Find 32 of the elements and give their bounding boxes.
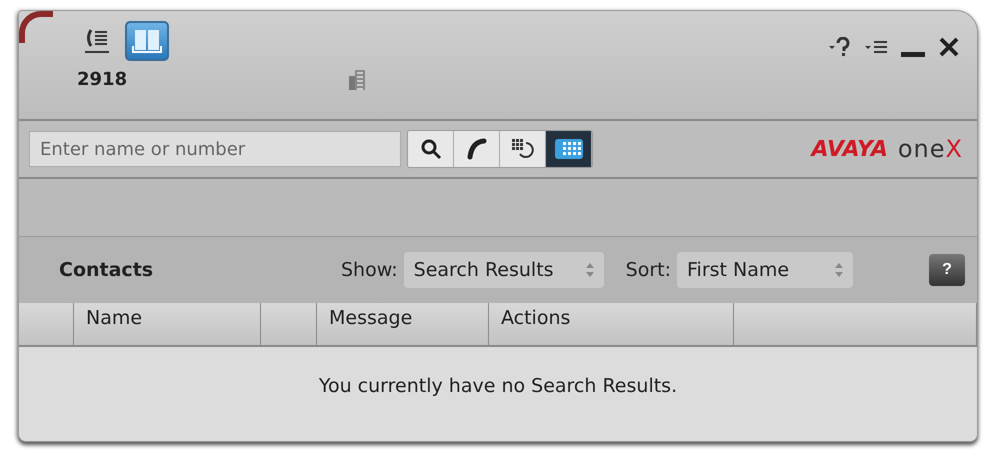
extension-number: 2918 <box>76 69 128 90</box>
show-select[interactable]: Search Results <box>404 252 604 288</box>
redial-button[interactable] <box>500 131 546 167</box>
contacts-title: Contacts <box>59 259 154 281</box>
updown-icon <box>586 263 594 277</box>
search-icon <box>420 138 442 160</box>
phone-icon <box>466 138 488 160</box>
redial-icon <box>510 137 536 161</box>
help-button[interactable]: ? <box>929 254 965 286</box>
help-button[interactable] <box>829 37 851 57</box>
column-header: Actions <box>489 303 734 345</box>
column-header: Name <box>74 303 261 345</box>
call-log-icon <box>82 26 112 56</box>
dialpad-icon <box>554 138 584 160</box>
search-button[interactable] <box>408 131 454 167</box>
brand-logo: AVAYA <box>811 136 888 162</box>
sort-label: Sort: <box>626 259 671 281</box>
empty-message: You currently have no Search Results. <box>318 375 678 399</box>
product-logo: oneX <box>898 135 963 163</box>
close-icon <box>939 37 959 57</box>
column-header: Message <box>317 303 489 345</box>
show-label: Show: <box>341 259 398 281</box>
sort-select[interactable]: First Name <box>677 252 853 288</box>
help-dropdown-icon <box>829 37 851 57</box>
building-icon <box>349 70 366 90</box>
contacts-tab[interactable] <box>125 21 169 61</box>
minimize-icon <box>901 52 925 56</box>
close-button[interactable] <box>939 37 959 57</box>
search-field[interactable]: Enter name or number <box>29 131 401 167</box>
updown-icon <box>835 263 843 277</box>
call-button[interactable] <box>454 131 500 167</box>
dialpad-button[interactable] <box>546 131 592 167</box>
